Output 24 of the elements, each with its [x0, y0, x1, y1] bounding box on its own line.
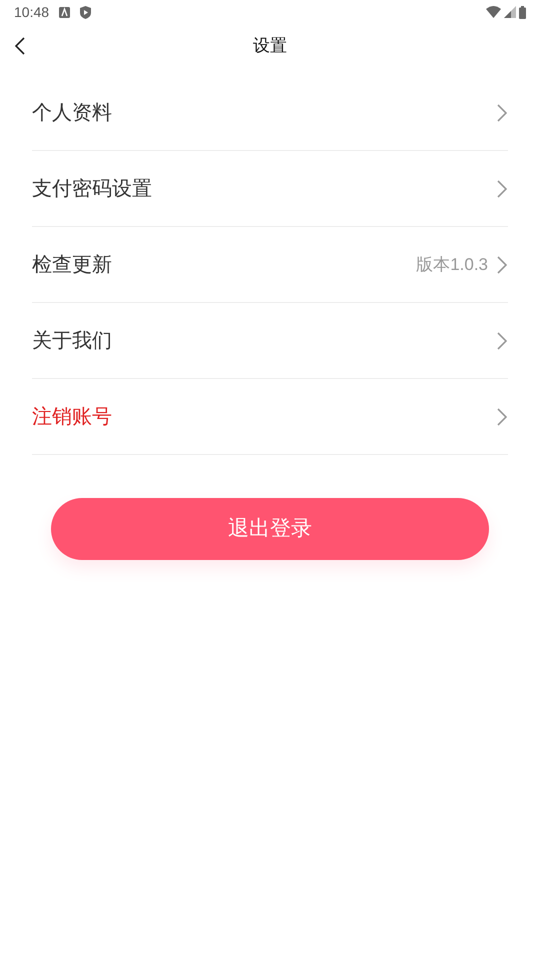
row-label: 支付密码设置: [32, 176, 152, 202]
wifi-icon: [486, 6, 501, 18]
signal-icon: [504, 6, 516, 18]
settings-row[interactable]: 关于我们: [32, 303, 508, 379]
version-text: 版本1.0.3: [416, 254, 488, 276]
chevron-right-icon: [496, 406, 508, 426]
row-label: 关于我们: [32, 328, 112, 354]
row-label: 个人资料: [32, 100, 112, 126]
chevron-right-icon: [496, 178, 508, 198]
notification-icon: [59, 6, 70, 18]
chevron-right-icon: [496, 254, 508, 274]
chevron-right-icon: [496, 102, 508, 122]
row-label: 检查更新: [32, 252, 112, 278]
battery-icon: [519, 6, 526, 18]
chevron-right-icon: [496, 330, 508, 350]
shield-icon: [80, 6, 92, 18]
row-label: 注销账号: [32, 404, 112, 430]
settings-row[interactable]: 检查更新 版本1.0.3: [32, 227, 508, 303]
page-title: 设置: [253, 35, 287, 58]
status-time: 10:48: [14, 2, 50, 22]
settings-row[interactable]: 个人资料: [32, 75, 508, 151]
settings-row[interactable]: 支付密码设置: [32, 151, 508, 227]
settings-row[interactable]: 注销账号: [32, 379, 508, 455]
back-icon: [14, 36, 26, 56]
